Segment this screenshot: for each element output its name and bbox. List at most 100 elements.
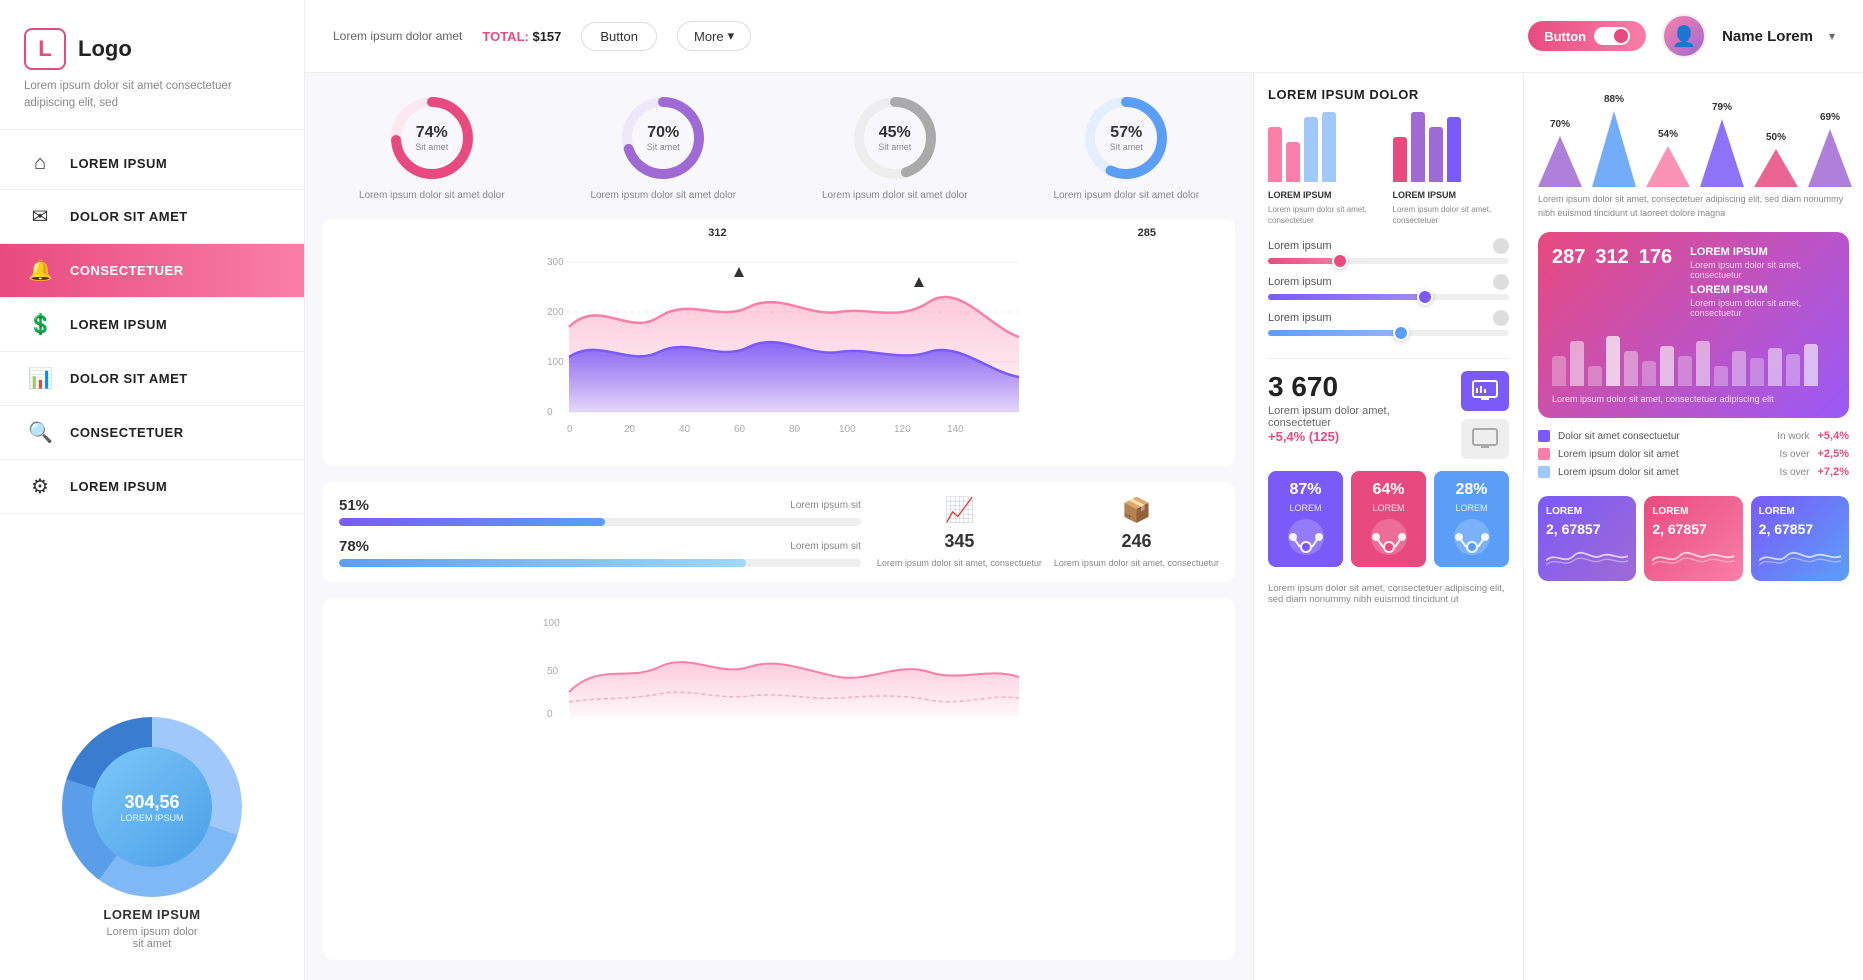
slider-fill-2 [1268,330,1401,336]
triangle-pct-1: 88% [1604,94,1624,105]
svg-text:0: 0 [567,424,573,435]
donut-pct-2: 45% [878,124,911,142]
sidebar-item-mail[interactable]: ✉ DOLOR SIT AMET [0,190,304,244]
slider-track-0[interactable] [1268,258,1509,264]
svg-text:140: 140 [947,424,964,435]
legend-status-1: Is over [1779,449,1809,460]
sidebar-item-label: DOLOR SIT AMET [70,209,188,224]
donut-charts-row: 74% Sit amet Lorem ipsum dolor sit amet … [323,93,1235,203]
svg-text:120: 120 [894,424,911,435]
donut-label-1: Lorem ipsum dolor sit amet dolor [590,189,736,203]
sidebar-item-dollar[interactable]: 💲 LOREM IPSUM [0,298,304,352]
colored-bar-11 [1750,358,1764,386]
progress-row-0: 51% Lorem ipsum sit [339,497,861,526]
legend-text-0: Dolor sit amet consectuetur [1558,431,1769,442]
donut-sublabel-2: Sit amet [878,142,911,152]
bar-label-1: LOREM IPSUM [1393,190,1510,200]
small-donut-2: 45% Sit amet [850,93,940,183]
svg-text:80: 80 [789,424,801,435]
donut-pct-1: 70% [647,124,680,142]
svg-text:50: 50 [547,666,559,677]
sidebar-item-search[interactable]: 🔍 CONSECTETUER [0,406,304,460]
bar-chart-bars [1393,112,1510,182]
slider-label-1: Lorem ipsum [1268,276,1332,288]
logo-icon: L [24,28,66,70]
pct-card-label-1: LOREM [1372,503,1404,513]
colored-bar-7 [1678,356,1692,386]
pct-cards-row: 87% LOREM 64% LOREM 28% LOREM [1268,471,1509,567]
svg-text:200: 200 [547,307,564,318]
sidebar-item-bell[interactable]: 🔔 CONSECTETUER [0,244,304,298]
stat-icon-1: 📦 [1122,496,1152,525]
legend-dot-1 [1538,448,1550,460]
pct-card-1: 64% LOREM [1351,471,1426,567]
bar-0-1 [1286,142,1300,182]
pct-card-0: 87% LOREM [1268,471,1343,567]
sidebar-item-label: DOLOR SIT AMET [70,371,188,386]
triangle-svg-5 [1808,125,1852,187]
slider-thumb-0[interactable] [1332,253,1348,269]
slider-label-0: Lorem ipsum [1268,240,1332,252]
far-right-panel: 70% 88% 54% 79% 50% 69% Lorem ipsum dolo… [1523,73,1863,980]
triangle-svg-2 [1646,142,1690,187]
colored-desc2: Lorem ipsum dolor sit amet, consectuetur [1690,298,1835,318]
slider-thumb-2[interactable] [1393,325,1409,341]
bar-1-1 [1411,112,1425,182]
sidebar-item-home[interactable]: ⌂ LOREM IPSUM [0,138,304,190]
sidebar-item-chart[interactable]: 📊 DOLOR SIT AMET [0,352,304,406]
user-name: Name Lorem [1722,28,1813,45]
triangle-svg-0 [1538,132,1582,187]
colored-bar-14 [1804,344,1818,386]
big-stat-growth: +5,4% (125) [1268,429,1451,444]
legend-text-2: Lorem ipsum dolor sit amet [1558,467,1771,478]
toggle-switch[interactable] [1594,27,1630,45]
bar-chart-group-0: LOREM IPSUM Lorem ipsum dolor sit amet, … [1268,112,1385,226]
mini-stat-title-2: LOREM [1759,506,1841,517]
bar-0-0 [1268,127,1282,182]
colored-desc1: Lorem ipsum dolor sit amet, consectuetur [1690,260,1835,280]
sidebar-chart: 304,56 LOREM IPSUM LOREM IPSUM Lorem ips… [0,697,304,960]
triangle-pct-0: 70% [1550,119,1570,130]
funnel-icon-1 [1369,517,1409,557]
monitor-icon-1 [1461,371,1509,411]
right-section-title: LOREM IPSUM DOLOR [1268,87,1509,102]
header-button[interactable]: Button [581,22,657,51]
triangle-item-5: 69% [1808,112,1852,187]
colored-bar-4 [1624,351,1638,386]
donut-sublabel-1: Sit amet [647,142,680,152]
triangle-item-0: 70% [1538,119,1582,187]
header-more-button[interactable]: More ▾ [677,21,751,51]
bar-1-3 [1447,117,1461,182]
progress-bar-fill-0 [339,518,605,526]
triangle-pct-2: 54% [1658,129,1678,140]
funnel-icon-0 [1286,517,1326,557]
svg-text:0: 0 [547,709,553,720]
big-stat-num: 3 670 [1268,371,1451,403]
triangle-item-4: 50% [1754,132,1798,187]
progress-pct-1: 78% [339,538,369,555]
sidebar: L Logo Lorem ipsum dolor sit amet consec… [0,0,305,980]
colored-bar-1 [1570,341,1584,386]
legend-section: Dolor sit amet consectuetur In work +5,4… [1538,430,1849,484]
toggle-container: Button [1528,21,1646,51]
slider-label-2: Lorem ipsum [1268,312,1332,324]
sidebar-chart-value: 304,56 [124,792,179,813]
bell-icon: 🔔 [28,258,52,283]
svg-text:40: 40 [679,424,691,435]
mini-stat-num-2: 2, 67857 [1759,521,1841,537]
sidebar-item-label: CONSECTETUER [70,425,184,440]
funnel-icon-2 [1452,517,1492,557]
triangle-item-3: 79% [1700,102,1744,187]
progress-label-1: Lorem ipsum sit [790,541,861,552]
slider-track-1[interactable] [1268,294,1509,300]
slider-track-2[interactable] [1268,330,1509,336]
progress-row-1: 78% Lorem ipsum sit [339,538,861,567]
donut-label-2: Lorem ipsum dolor sit amet dolor [822,189,968,203]
triangle-pct-5: 69% [1820,112,1840,123]
colored-bar-2 [1588,366,1602,386]
sidebar-item-gear[interactable]: ⚙ LOREM IPSUM [0,460,304,514]
chevron-down-icon: ▾ [728,28,735,44]
slider-thumb-1[interactable] [1417,289,1433,305]
small-donut-3: 57% Sit amet [1081,93,1171,183]
donut-card-2: 45% Sit amet Lorem ipsum dolor sit amet … [786,93,1004,203]
